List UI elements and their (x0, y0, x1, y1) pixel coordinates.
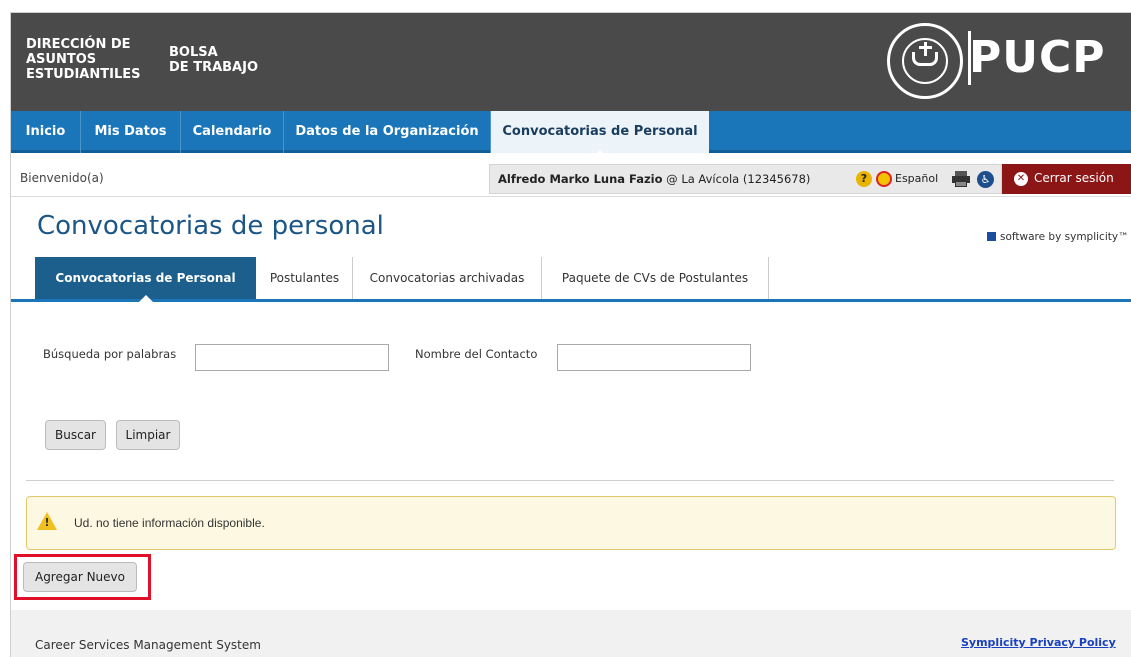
user-org: @ La Avícola (12345678) (666, 172, 811, 186)
keyword-search-label: Búsqueda por palabras (43, 347, 177, 361)
vendor-badge: software by symplicity™ (987, 231, 1129, 243)
divider (26, 480, 1114, 481)
contact-name-label: Nombre del Contacto (415, 347, 538, 361)
tab-mis-datos[interactable]: Mis Datos (81, 111, 181, 153)
brand-dae: DIRECCIÓN DE ASUNTOS ESTUDIANTILES (26, 37, 140, 82)
sub-tabs: Convocatorias de Personal Postulantes Co… (11, 257, 1131, 302)
clear-button[interactable]: Limpiar (116, 420, 180, 450)
contact-name-input[interactable] (557, 344, 751, 371)
subtab-convocatorias[interactable]: Convocatorias de Personal (35, 257, 256, 302)
search-button[interactable]: Buscar (45, 420, 106, 450)
welcome-greeting: Bienvenido(a) (20, 171, 104, 185)
brand-dae-line-3: ESTUDIANTILES (26, 67, 141, 82)
privacy-policy-link[interactable]: Symplicity Privacy Policy (961, 636, 1116, 649)
accessibility-icon[interactable]: ♿ (977, 171, 994, 188)
subtab-archivadas[interactable]: Convocatorias archivadas (353, 257, 542, 299)
spain-flag-icon[interactable] (876, 171, 892, 187)
pucp-seal-icon (887, 23, 963, 99)
close-icon: ✕ (1014, 172, 1028, 186)
alert-message: Ud. no tiene información disponible. (74, 516, 265, 530)
main-nav: Inicio Mis Datos Calendario Datos de la … (11, 111, 1131, 156)
subtab-paquete-cvs[interactable]: Paquete de CVs de Postulantes (542, 257, 769, 299)
brand-bolsa-line-1: BOLSA (169, 45, 218, 60)
brand-dae-line-1: DIRECCIÓN DE (26, 37, 131, 52)
pucp-logo: PUCP (969, 32, 1106, 83)
brand-dae-line-2: ASUNTOS (26, 52, 97, 67)
tab-convocatorias[interactable]: Convocatorias de Personal (491, 111, 709, 156)
brand-bolsa: BOLSA DE TRABAJO (169, 45, 258, 75)
language-selector[interactable]: Español (895, 172, 938, 185)
user-name: Alfredo Marko Luna Fazio (498, 172, 663, 186)
tab-datos-organizacion[interactable]: Datos de la Organización (284, 111, 491, 153)
page-frame: DIRECCIÓN DE ASUNTOS ESTUDIANTILES BOLSA… (10, 12, 1131, 657)
tab-calendario[interactable]: Calendario (181, 111, 284, 153)
user-info: Alfredo Marko Luna Fazio @ La Avícola (1… (498, 172, 810, 186)
help-icon[interactable]: ? (856, 171, 872, 187)
vendor-text: software by symplicity™ (1000, 231, 1129, 243)
brand-bolsa-line-2: DE TRABAJO (169, 60, 258, 75)
logout-label: Cerrar sesión (1034, 171, 1114, 185)
site-header: DIRECCIÓN DE ASUNTOS ESTUDIANTILES BOLSA… (11, 13, 1131, 111)
keyword-search-input[interactable] (195, 344, 389, 371)
add-new-button[interactable]: Agregar Nuevo (23, 562, 137, 592)
subtab-postulantes[interactable]: Postulantes (257, 257, 353, 299)
footer: Career Services Management System Sympli… (11, 610, 1131, 657)
tab-inicio[interactable]: Inicio (11, 111, 81, 153)
page-title: Convocatorias de personal (37, 211, 384, 241)
footer-system-name: Career Services Management System (35, 638, 261, 652)
welcome-bar: Bienvenido(a) Alfredo Marko Luna Fazio @… (11, 159, 1131, 197)
logout-button[interactable]: ✕ Cerrar sesión (1002, 164, 1131, 194)
info-alert: ! Ud. no tiene información disponible. (26, 496, 1116, 550)
user-info-box: Alfredo Marko Luna Fazio @ La Avícola (1… (489, 164, 1002, 194)
warning-mark: ! (44, 516, 50, 529)
print-icon[interactable] (952, 171, 970, 187)
symplicity-logo-icon (987, 232, 996, 241)
